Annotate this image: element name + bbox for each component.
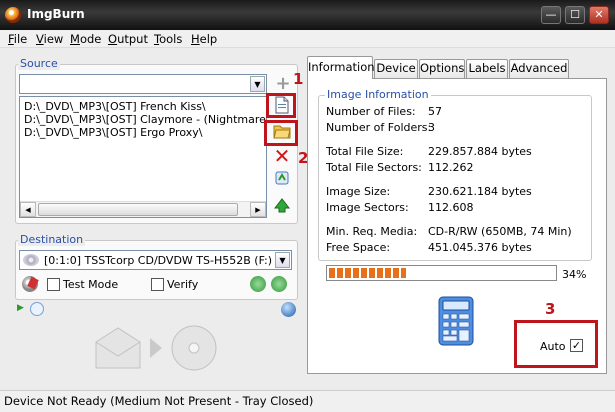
scroll-left-icon[interactable]: ◀: [20, 202, 36, 217]
tab-information[interactable]: Information: [307, 56, 375, 79]
image-sectors-label: Image Sectors:: [326, 201, 409, 214]
min-req-media-label: Min. Req. Media:: [326, 225, 418, 238]
plus-icon[interactable]: +: [273, 74, 293, 94]
list-item[interactable]: D:\_DVD\_MP3\[OST] Claymore - (Nightmare…: [24, 113, 266, 126]
tab-options[interactable]: Options: [419, 59, 465, 78]
verify-label: Verify: [167, 278, 199, 291]
maximize-button[interactable]: ☐: [565, 6, 585, 24]
list-item[interactable]: D:\_DVD\_MP3\[OST] Ergo Proxy\: [24, 126, 202, 139]
info-globe-icon[interactable]: [281, 302, 296, 317]
tab-labels[interactable]: Labels: [466, 59, 508, 78]
play-small-icon[interactable]: ▶: [17, 303, 24, 313]
progress-percent: 34%: [562, 268, 587, 281]
source-list[interactable]: D:\_DVD\_MP3\[OST] French Kiss\ D:\_DVD\…: [19, 96, 267, 218]
document-icon[interactable]: [272, 96, 292, 116]
verify-checkbox[interactable]: [151, 278, 164, 291]
menu-output[interactable]: Output: [108, 32, 148, 46]
free-space-value: 451.045.376 bytes: [428, 241, 532, 254]
scroll-right-icon[interactable]: ▶: [250, 202, 266, 217]
free-space-label: Free Space:: [326, 241, 391, 254]
menu-view[interactable]: View: [36, 32, 63, 46]
files-value: 57: [428, 105, 442, 118]
eject-icon[interactable]: [250, 276, 266, 292]
status-text: Device Not Ready (Medium Not Present - T…: [4, 394, 314, 408]
list-item[interactable]: D:\_DVD\_MP3\[OST] French Kiss\: [24, 100, 206, 113]
drive-icon: [23, 254, 39, 266]
tab-device[interactable]: Device: [374, 59, 418, 78]
disc-erase-icon[interactable]: [22, 276, 39, 292]
arrows-icon[interactable]: [272, 170, 292, 190]
close-button[interactable]: ✕: [589, 6, 609, 24]
annotation-3: 3: [545, 300, 556, 318]
app-logo-icon: [5, 7, 21, 23]
image-size-label: Image Size:: [326, 185, 391, 198]
annotation-1: 1: [293, 70, 304, 88]
calculator-icon[interactable]: [438, 296, 474, 349]
source-label: Source: [18, 57, 60, 70]
total-file-size-label: Total File Size:: [326, 145, 404, 158]
image-sectors-value: 112.608: [428, 201, 474, 214]
green-arrow-icon[interactable]: [272, 196, 292, 216]
destination-label: Destination: [18, 233, 86, 246]
progress-fill: [329, 268, 407, 278]
horizontal-scrollbar[interactable]: ◀ ▶: [20, 201, 266, 217]
menu-bar: File View Mode Output Tools Help: [0, 30, 615, 48]
folders-label: Number of Folders:: [326, 121, 432, 134]
scroll-thumb[interactable]: [38, 203, 238, 216]
device-combo[interactable]: [0:1:0] TSSTcorp CD/DVDW TS-H552B (F:) ▼: [19, 250, 292, 270]
image-size-value: 230.621.184 bytes: [428, 185, 532, 198]
device-value: [0:1:0] TSSTcorp CD/DVDW TS-H552B (F:): [44, 254, 273, 267]
chevron-down-icon[interactable]: ▼: [250, 76, 265, 92]
total-file-size-value: 229.857.884 bytes: [428, 145, 532, 158]
folder-icon[interactable]: [272, 123, 292, 143]
min-req-media-value: CD-R/RW (650MB, 74 Min): [428, 225, 572, 238]
test-mode-checkbox[interactable]: [47, 278, 60, 291]
title-bar[interactable]: ImgBurn — ☐ ✕: [0, 0, 615, 30]
total-file-sectors-label: Total File Sectors:: [326, 161, 422, 174]
status-bar: Device Not Ready (Medium Not Present - T…: [0, 390, 615, 412]
menu-file[interactable]: File: [8, 32, 27, 46]
red-x-icon[interactable]: ✕: [272, 146, 292, 166]
chevron-down-icon[interactable]: ▼: [275, 252, 290, 268]
tab-advanced[interactable]: Advanced: [509, 59, 569, 78]
total-file-sectors-value: 112.262: [428, 161, 474, 174]
build-button[interactable]: [90, 322, 220, 377]
test-mode-label: Test Mode: [63, 278, 119, 291]
files-label: Number of Files:: [326, 105, 416, 118]
menu-help[interactable]: Help: [191, 32, 217, 46]
progress-bar: [326, 265, 557, 281]
source-combo[interactable]: ▼: [19, 74, 267, 94]
image-information-label: Image Information: [325, 88, 431, 101]
clock-icon[interactable]: [30, 302, 44, 316]
menu-mode[interactable]: Mode: [70, 32, 101, 46]
load-icon[interactable]: [271, 276, 287, 292]
menu-tools[interactable]: Tools: [154, 32, 182, 46]
auto-label: Auto: [540, 340, 566, 353]
auto-checkbox[interactable]: ✓: [570, 339, 583, 352]
minimize-button[interactable]: —: [541, 6, 561, 24]
window-title: ImgBurn: [27, 7, 85, 21]
folders-value: 3: [428, 121, 435, 134]
